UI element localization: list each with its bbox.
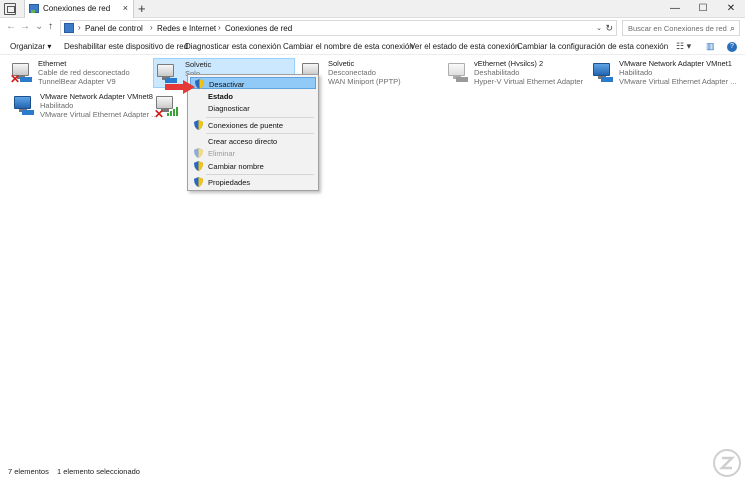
menu-item-desactivar[interactable]: Desactivar [190, 77, 316, 89]
tab-label: Conexiones de red [43, 4, 111, 13]
connection-item-vethernet[interactable]: vEthernet (Hvsilcs) 2 Deshabilitado Hype… [445, 58, 587, 88]
address-bar-row: ← → ⌄ ↑ › Panel de control › Redes e Int… [0, 18, 745, 38]
new-tab-button[interactable]: + [138, 1, 146, 16]
menu-item-diagnosticar[interactable]: Diagnosticar [190, 102, 316, 114]
connection-item-wifi[interactable]: ✕ [153, 91, 187, 121]
connection-device: VMware Virtual Ethernet Adapter ... [619, 77, 737, 86]
close-button[interactable]: ✕ [717, 0, 745, 18]
diagnose-button[interactable]: Diagnosticar esta conexión [185, 42, 281, 51]
connection-status: Cable de red desconectado [38, 68, 130, 77]
network-disconnected-icon: ✕ [10, 59, 34, 85]
menu-item-estado[interactable]: Estado [190, 90, 316, 102]
menu-separator [206, 117, 314, 118]
uac-shield-icon [194, 177, 203, 187]
selection-count: 1 elemento seleccionado [57, 467, 140, 476]
network-adapter-icon [591, 59, 615, 85]
menu-item-label: Diagnosticar [208, 104, 250, 113]
recent-locations-button[interactable]: ⌄ [35, 21, 43, 32]
menu-item-propiedades[interactable]: Propiedades [190, 176, 316, 188]
menu-item-label: Eliminar [208, 149, 236, 158]
minimize-button[interactable]: — [661, 0, 689, 18]
breadcrumb-redes-e-internet[interactable]: Redes e Internet [157, 24, 216, 33]
view-status-button[interactable]: Ver el estado de esta conexión [410, 42, 519, 51]
menu-item-label: Crear acceso directo [208, 137, 278, 146]
menu-item-label: Cambiar nombre [208, 162, 264, 171]
connection-status: Deshabilitado [474, 68, 520, 77]
control-panel-icon [64, 23, 74, 33]
connection-status: Habilitado [40, 101, 74, 110]
window-menu-icon[interactable] [4, 3, 16, 15]
connection-status: Habilitado [619, 68, 653, 77]
connection-status: Desconectado [328, 68, 376, 77]
command-bar: Organizar ▾ Deshabilitar este dispositiv… [0, 38, 745, 55]
connection-device: VMware Virtual Ethernet Adapter ... [40, 110, 158, 119]
connection-item-solvetic-vpn[interactable]: Solvetic Desconectado WAN Miniport (PPTP… [299, 58, 439, 88]
menu-separator [206, 174, 314, 175]
network-connections-icon [29, 4, 39, 13]
connection-item-vmnet8[interactable]: VMware Network Adapter VMnet8 Habilitado… [11, 91, 157, 121]
menu-item-label: Estado [208, 92, 234, 101]
menu-item-label: Propiedades [208, 178, 251, 187]
item-count: 7 elementos [8, 467, 49, 476]
menu-item-eliminar: Eliminar [190, 147, 316, 159]
search-icon[interactable]: ⌕ [730, 23, 735, 34]
help-icon[interactable]: ? [727, 42, 737, 52]
breadcrumb-separator[interactable]: › [150, 23, 153, 32]
wifi-disconnected-icon: ✕ [154, 92, 178, 120]
menu-item-label: Desactivar [209, 80, 245, 89]
connection-name: Solvetic [328, 59, 355, 68]
preview-pane-icon[interactable]: ▥ [706, 41, 715, 52]
menu-item-crear-acceso-directo[interactable]: Crear acceso directo [190, 135, 316, 147]
title-bar: Conexiones de red × + — ☐ ✕ [0, 0, 745, 18]
forward-button[interactable]: → [20, 21, 30, 32]
connection-device: WAN Miniport (PPTP) [328, 77, 401, 86]
up-button[interactable]: ↑ [48, 21, 53, 32]
search-placeholder: Buscar en Conexiones de red [628, 24, 727, 33]
menu-item-conexiones-de-puente[interactable]: Conexiones de puente [190, 119, 316, 131]
refresh-icon[interactable]: ↻ [605, 23, 613, 34]
connection-name: Ethernet [38, 59, 67, 68]
network-adapter-icon [12, 92, 36, 118]
view-options-icon[interactable]: ☷ ▾ [676, 41, 691, 52]
connection-name: VMware Network Adapter VMnet1 [619, 59, 732, 68]
connection-name: Solvetic [185, 60, 212, 69]
breadcrumb-panel-de-control[interactable]: Panel de control [85, 24, 143, 33]
connection-device: Hyper-V Virtual Ethernet Adapter [474, 77, 584, 86]
address-dropdown-icon[interactable]: ⌄ [596, 24, 602, 32]
tab-close-icon[interactable]: × [123, 3, 128, 13]
uac-shield-icon [194, 161, 203, 171]
maximize-button[interactable]: ☐ [689, 0, 717, 18]
status-bar: 7 elementos 1 elemento seleccionado [0, 465, 745, 479]
back-button[interactable]: ← [6, 21, 16, 32]
search-input[interactable]: Buscar en Conexiones de red ⌕ [622, 20, 740, 36]
organize-button[interactable]: Organizar ▾ [10, 42, 51, 51]
context-menu: Desactivar Estado Diagnosticar Conexione… [187, 74, 319, 191]
connection-name: vEthernet (Hvsilcs) 2 [474, 59, 544, 68]
network-disabled-icon [446, 59, 470, 85]
uac-shield-icon [194, 148, 203, 158]
tab-conexiones-de-red[interactable]: Conexiones de red × [24, 0, 134, 18]
menu-item-cambiar-nombre[interactable]: Cambiar nombre [190, 160, 316, 172]
connection-item-ethernet[interactable]: ✕ Ethernet Cable de red desconectado Tun… [9, 58, 149, 88]
change-settings-button[interactable]: Cambiar la configuración de esta conexió… [517, 42, 668, 51]
breadcrumb-conexiones-de-red[interactable]: Conexiones de red [225, 24, 292, 33]
menu-item-label: Conexiones de puente [208, 121, 284, 130]
menu-separator [206, 133, 314, 134]
uac-shield-icon [195, 79, 204, 89]
breadcrumb-separator[interactable]: › [218, 23, 221, 32]
connection-device: TunnelBear Adapter V9 [38, 77, 116, 86]
uac-shield-icon [194, 120, 203, 130]
rename-button[interactable]: Cambiar el nombre de esta conexión [283, 42, 414, 51]
solvetic-logo-icon [713, 449, 741, 477]
red-arrow-icon [165, 80, 195, 94]
breadcrumb-separator[interactable]: › [78, 23, 81, 32]
disable-device-button[interactable]: Deshabilitar este dispositivo de red [64, 42, 188, 51]
address-field[interactable]: › Panel de control › Redes e Internet › … [60, 20, 617, 36]
connection-name: VMware Network Adapter VMnet8 [40, 92, 153, 101]
connection-item-vmnet1[interactable]: VMware Network Adapter VMnet1 Habilitado… [590, 58, 742, 88]
